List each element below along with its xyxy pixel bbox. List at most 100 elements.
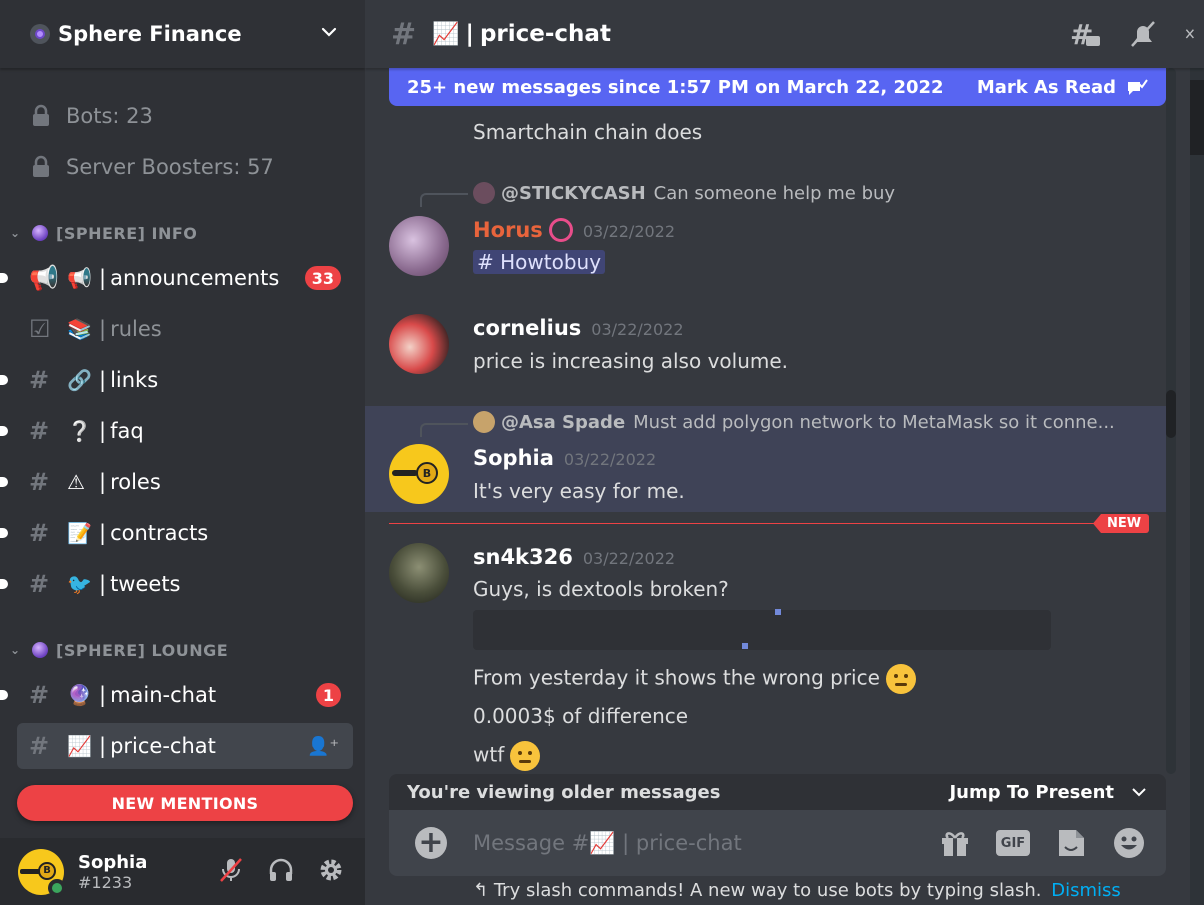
message-text: Guys, is dextools broken?	[473, 577, 729, 601]
message-author[interactable]: sn4k326	[473, 545, 573, 569]
channel-name: links	[110, 368, 159, 392]
user-panel: B Sophia #1233	[0, 838, 365, 905]
mark-as-read-button[interactable]: Mark As Read	[977, 77, 1116, 98]
channel-links[interactable]: # 🔗 | links	[0, 357, 353, 403]
reply-preview[interactable]: @STICKYCASH Can someone help me buy	[473, 182, 895, 204]
channel-tweets[interactable]: # 🐦 | tweets	[0, 561, 353, 607]
locked-hash-icon: #	[29, 417, 50, 445]
reply-author: @Asa Spade	[501, 411, 626, 433]
add-attachment-icon[interactable]: +	[415, 827, 447, 859]
page-scrollbar-thumb[interactable]	[1190, 80, 1204, 155]
mic-muted-icon[interactable]	[217, 856, 245, 884]
channel-header: # 📈 | price-chat #	[365, 0, 1204, 68]
emoji-picker-icon[interactable]	[1112, 826, 1146, 860]
message-author[interactable]: cornelius	[473, 316, 581, 340]
member-row-label: Server Boosters: 57	[66, 155, 274, 179]
channel-name: tweets	[110, 572, 181, 596]
channel-name: faq	[110, 419, 144, 443]
message-list: Smartchain chain does @STICKYCASH Can so…	[365, 68, 1204, 774]
unread-indicator	[0, 375, 8, 385]
avatar[interactable]: B	[18, 848, 66, 897]
message-timestamp: 03/22/2022	[563, 450, 657, 469]
headphones-icon[interactable]	[267, 856, 295, 884]
channel-emoji: 📝	[67, 521, 92, 545]
new-messages-divider	[389, 523, 1145, 524]
message-composer[interactable]: + Message #📈 | price-chat GIF	[389, 810, 1166, 876]
announcement-channel-icon: 📢	[29, 264, 59, 292]
channel-rules[interactable]: ☑ 📚 | rules	[17, 306, 353, 352]
channel-divider: |	[99, 734, 107, 758]
message-author[interactable]: Horus	[473, 218, 543, 242]
message-header: cornelius 03/22/2022	[473, 316, 684, 340]
new-badge: NEW	[1093, 514, 1150, 533]
channel-mention-link[interactable]: # Howtobuy	[473, 250, 606, 274]
gif-button[interactable]: GIF	[996, 830, 1030, 856]
role-icon	[548, 218, 573, 242]
page-scrollbar-track[interactable]	[1190, 68, 1204, 905]
threads-icon[interactable]: #	[1068, 18, 1102, 52]
server-header[interactable]: Sphere Finance	[0, 0, 365, 68]
jump-to-present-button[interactable]: Jump To Present	[949, 782, 1114, 803]
new-messages-banner[interactable]: 25+ new messages since 1:57 PM on March …	[389, 68, 1166, 106]
channel-price-chat[interactable]: # 📈 | price-chat 👤⁺	[17, 723, 353, 769]
crystal-ball-icon	[32, 225, 48, 241]
chevron-down-icon[interactable]	[319, 22, 339, 42]
message-author[interactable]: Sophia	[473, 446, 554, 470]
avatar[interactable]	[389, 543, 449, 603]
channel-name: price-chat	[110, 734, 216, 758]
channel-mention-label: Howtobuy	[500, 250, 602, 274]
message-input[interactable]: Message #📈 | price-chat	[473, 831, 742, 856]
channel-emoji: 🔮	[67, 683, 92, 707]
chat-area: # 📈 | price-chat # 25+ new messages sinc…	[365, 0, 1204, 905]
channel-contracts[interactable]: # 📝 | contracts	[0, 510, 353, 556]
new-messages-text: 25+ new messages since 1:57 PM on March …	[407, 76, 944, 98]
thinking-emoji-icon	[885, 664, 916, 694]
channel-main-chat[interactable]: # 🔮 | main-chat 1	[0, 672, 353, 718]
new-mentions-button[interactable]: NEW MENTIONS	[17, 785, 353, 821]
reply-preview[interactable]: @Asa Spade Must add polygon network to M…	[473, 411, 1115, 433]
sticker-icon[interactable]	[1054, 826, 1088, 860]
channel-name: roles	[110, 470, 161, 494]
server-icon	[30, 24, 50, 44]
reply-author: @STICKYCASH	[501, 182, 646, 204]
avatar	[473, 411, 495, 433]
category-label: [SPHERE] INFO	[56, 223, 198, 243]
message-scrollbar-thumb[interactable]	[1166, 390, 1176, 438]
user-name: Sophia	[78, 851, 148, 873]
message-text: It's very easy for me.	[473, 479, 685, 503]
channel-faq[interactable]: # ❔ | faq	[0, 408, 353, 454]
close-icon[interactable]	[1184, 18, 1204, 52]
channel-announcements[interactable]: 📢 📢 | announcements 33	[0, 255, 353, 301]
mention-badge: 1	[315, 683, 341, 707]
avatar[interactable]: B	[389, 444, 449, 504]
channel-divider: |	[99, 419, 107, 443]
add-member-icon[interactable]: 👤⁺	[307, 736, 339, 757]
notification-muted-icon[interactable]	[1126, 18, 1160, 52]
gear-icon[interactable]	[317, 856, 345, 884]
chevron-down-icon[interactable]	[1130, 783, 1148, 801]
message-line: wtf	[473, 741, 541, 771]
member-row-label: Bots: 23	[66, 104, 153, 128]
unread-indicator	[0, 579, 8, 589]
rules-channel-icon: ☑	[29, 315, 51, 343]
message-header: Sophia 03/22/2022	[473, 446, 656, 470]
dismiss-link[interactable]: Dismiss	[1051, 880, 1121, 901]
category-sphere-lounge[interactable]: ⌄ [SPHERE] LOUNGE	[10, 637, 228, 663]
unread-indicator	[0, 690, 8, 700]
category-sphere-info[interactable]: ⌄ [SPHERE] INFO	[10, 220, 197, 246]
channel-divider: |	[99, 266, 107, 290]
gift-icon[interactable]	[938, 826, 972, 860]
thread-hash-icon: #	[391, 16, 417, 52]
mention-badge: 33	[304, 266, 341, 290]
message-header: sn4k326 03/22/2022	[473, 545, 675, 569]
channel-divider: |	[99, 368, 107, 392]
channel-emoji: 📢	[67, 266, 92, 290]
reply-text: Can someone help me buy	[653, 182, 896, 204]
server-name: Sphere Finance	[58, 22, 242, 46]
avatar[interactable]	[389, 314, 449, 374]
channel-emoji: 📚	[67, 317, 92, 341]
channel-roles[interactable]: # ⚠ | roles	[0, 459, 353, 505]
online-status-icon	[48, 878, 66, 897]
avatar[interactable]	[389, 216, 449, 276]
lock-icon	[33, 104, 49, 126]
